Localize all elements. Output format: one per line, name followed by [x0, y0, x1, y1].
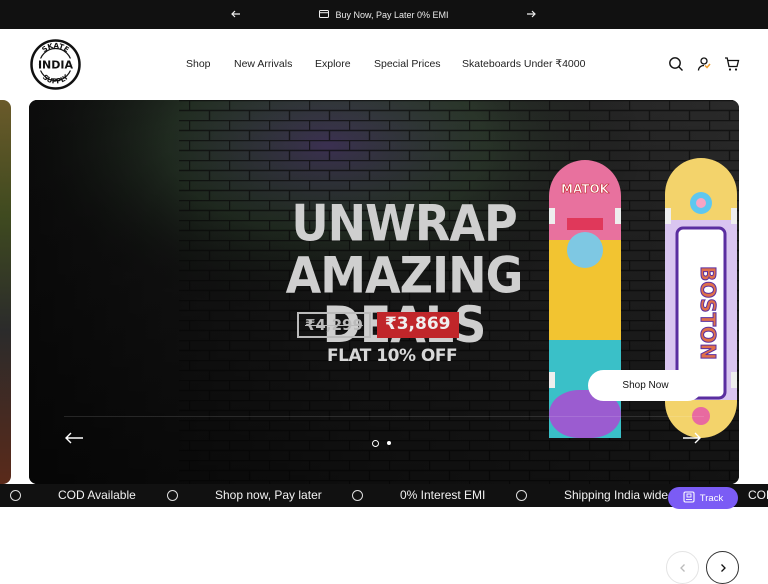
ticker-circle-icon: [10, 490, 21, 501]
brand-logo[interactable]: SKATE SUPPLY INDIA: [30, 39, 81, 90]
ticker-circle-icon: [516, 490, 527, 501]
hero-next-arrow-icon[interactable]: [681, 429, 703, 447]
hero-price-row: ₹4,299 ₹3,869: [297, 312, 459, 338]
nav-shop[interactable]: Shop: [186, 58, 211, 70]
hero-discount-text: FLAT 10% OFF: [327, 346, 458, 366]
track-label: Track: [699, 492, 724, 504]
nav-skateboards-under-4000[interactable]: Skateboards Under ₹4000: [462, 58, 585, 70]
announcement-text: Buy Now, Pay Later 0% EMI: [335, 9, 449, 20]
announcement-bar: Buy Now, Pay Later 0% EMI: [0, 0, 768, 29]
ticker-item: COD: [748, 488, 768, 502]
track-package-icon: [683, 490, 695, 506]
nav-explore[interactable]: Explore: [315, 58, 351, 70]
ticker-circle-icon: [167, 490, 178, 501]
svg-text:BOSTON: BOSTON: [696, 266, 720, 360]
cart-icon[interactable]: [724, 56, 740, 72]
hero-new-price: ₹3,869: [376, 312, 459, 338]
shop-now-button[interactable]: Shop Now: [588, 370, 703, 401]
hero-headline-line-1: UNWRAP: [291, 193, 517, 253]
track-order-button[interactable]: Track: [668, 487, 738, 509]
ticker-item: Shipping India wide: [564, 488, 669, 502]
ticker-item: Shop now, Pay later: [215, 488, 322, 502]
ticker-item: 0% Interest EMI: [400, 488, 486, 502]
svg-text:MATOK: MATOK: [561, 182, 610, 196]
slide-dot-1[interactable]: [372, 440, 379, 447]
svg-text:INDIA: INDIA: [38, 59, 74, 72]
ticker-circle-icon: [352, 490, 363, 501]
chevron-right-icon: [720, 563, 726, 572]
hero-prev-arrow-icon[interactable]: [63, 429, 85, 447]
announcement-prev-arrow-icon[interactable]: [229, 7, 243, 21]
hero-banner: MATOK BOSTON UNWRAP AMAZING DEALS ₹4,299…: [29, 100, 739, 484]
previous-slide-peek: [0, 100, 11, 484]
slide-dot-2[interactable]: [387, 441, 391, 445]
ticker-item: COD Available: [58, 488, 136, 502]
announcement-next-arrow-icon[interactable]: [524, 7, 538, 21]
card-icon: [319, 9, 330, 20]
carousel-prev-button[interactable]: [666, 551, 699, 584]
hero-divider: [64, 416, 704, 417]
chevron-left-icon: [679, 563, 685, 572]
search-icon[interactable]: [668, 56, 684, 72]
nav-new-arrivals[interactable]: New Arrivals: [234, 58, 292, 70]
usp-ticker: COD Available Shop now, Pay later 0% Int…: [0, 484, 768, 507]
nav-special-prices[interactable]: Special Prices: [374, 58, 441, 70]
announcement-message[interactable]: Buy Now, Pay Later 0% EMI: [319, 9, 449, 20]
account-icon[interactable]: [696, 56, 712, 72]
site-header: SKATE SUPPLY INDIA Shop New Arrivals Exp…: [0, 29, 768, 100]
hero-old-price: ₹4,299: [297, 312, 371, 338]
carousel-next-button[interactable]: [706, 551, 739, 584]
